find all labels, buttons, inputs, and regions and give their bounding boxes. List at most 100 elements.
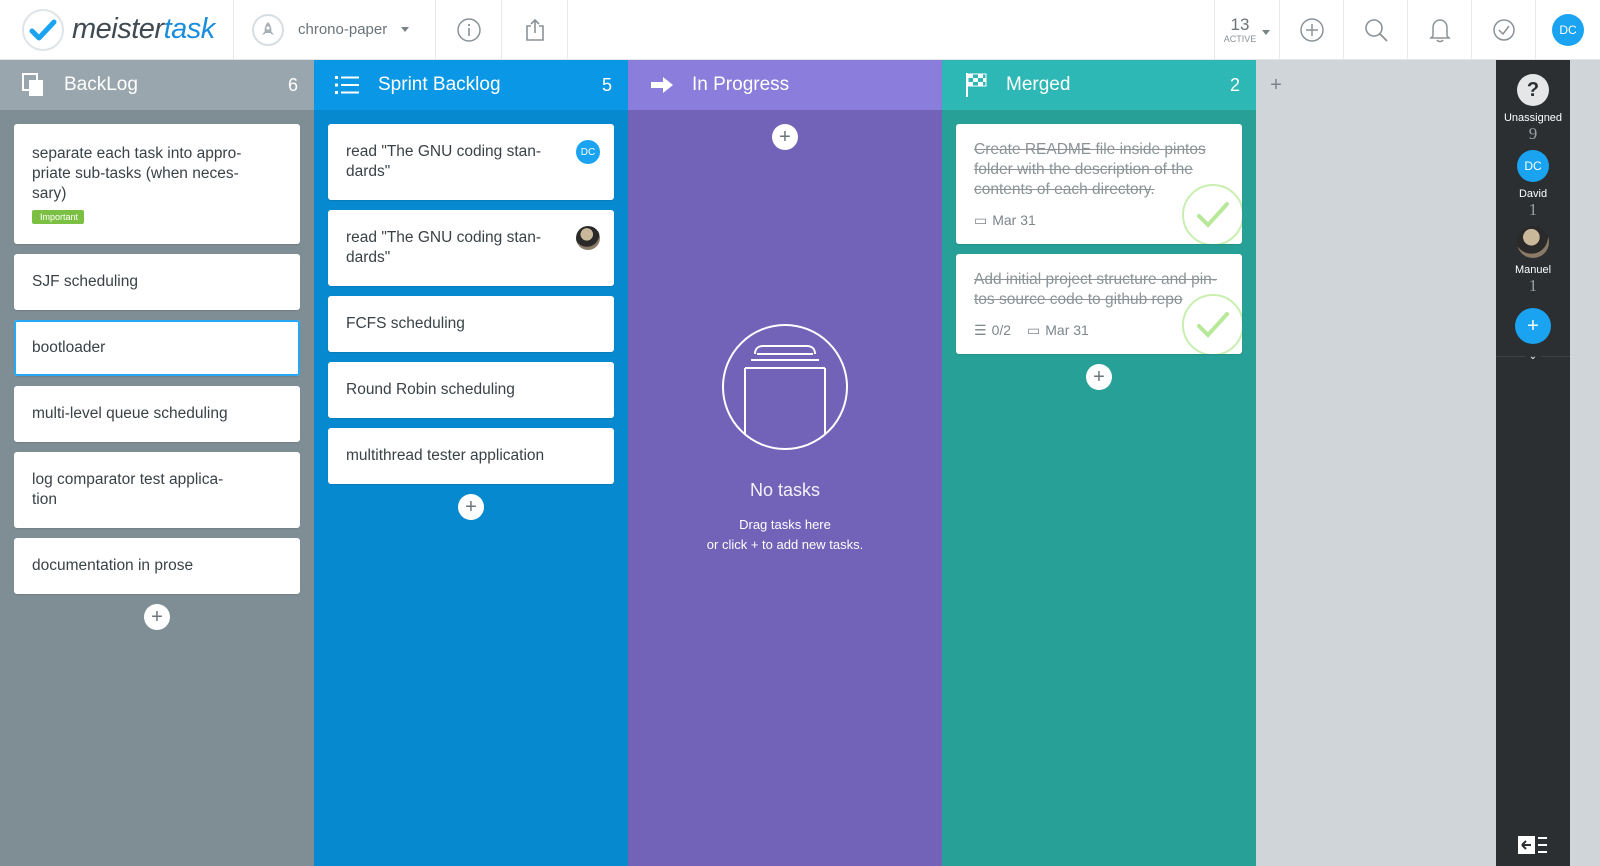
arrow-right-icon xyxy=(648,71,676,99)
assignee-sidebar: ? Unassigned 9 DC David 1 Manuel 1 + ⌄ xyxy=(1496,60,1570,866)
task-title: log comparator test applica- tion xyxy=(32,471,224,508)
column-in-progress: In Progress + No tasks Drag tasks here o… xyxy=(628,60,942,866)
column-count: 2 xyxy=(1229,74,1240,95)
active-tasks-filter[interactable]: 13 ACTIVE xyxy=(1214,0,1280,59)
add-task-button[interactable]: + xyxy=(1086,364,1112,390)
task-title: read "The GNU coding stan- dards" xyxy=(346,143,542,180)
rocket-icon xyxy=(252,13,284,46)
task-card[interactable]: read "The GNU coding stan- dards" xyxy=(328,210,614,286)
assignee-count: 1 xyxy=(1528,276,1538,295)
avatar xyxy=(1517,226,1549,258)
column-title: Sprint Backlog xyxy=(378,74,501,95)
task-card[interactable]: separate each task into appro- priate su… xyxy=(14,124,300,244)
task-card[interactable]: bootloader xyxy=(14,320,300,376)
assignee-name: David xyxy=(1518,188,1548,200)
info-button[interactable] xyxy=(436,0,502,59)
checklist-progress: ☰ 0/2 xyxy=(974,321,1012,339)
completed-check-icon xyxy=(1182,184,1242,244)
top-bar: meistertask chrono-paper 13 ACTIVE DC xyxy=(0,0,1600,60)
empty-hint: Drag tasks here xyxy=(739,517,831,532)
app-logo[interactable]: meistertask xyxy=(0,0,234,59)
task-title: multithread tester application xyxy=(346,447,545,464)
project-selector[interactable]: chrono-paper xyxy=(234,0,436,59)
task-title: bootloader xyxy=(32,339,106,356)
column-header-sprint[interactable]: Sprint Backlog 5 xyxy=(314,60,628,110)
search-button[interactable] xyxy=(1344,0,1408,59)
folder-icon xyxy=(722,324,848,450)
avatar: DC xyxy=(576,140,600,164)
avatar: DC xyxy=(1552,13,1584,46)
assignee-name: Unassigned xyxy=(1503,112,1563,124)
logo-text: meistertask xyxy=(72,13,215,45)
column-sprint-backlog: Sprint Backlog 5 read "The GNU coding st… xyxy=(314,60,628,866)
assignee-filter-manuel[interactable]: Manuel 1 xyxy=(1496,226,1570,296)
task-title: read "The GNU coding stan- dards" xyxy=(346,229,542,266)
column-title: BackLog xyxy=(64,74,138,95)
collapse-sidebar-button[interactable] xyxy=(1518,834,1548,856)
column-backlog: BackLog 6 separate each task into appro-… xyxy=(0,60,314,866)
active-count: 13 xyxy=(1230,14,1250,34)
collapse-icon xyxy=(1518,836,1547,854)
add-task-button[interactable]: + xyxy=(772,124,798,150)
task-title: FCFS scheduling xyxy=(346,315,465,332)
share-icon xyxy=(525,18,544,41)
add-column-button[interactable]: + xyxy=(1256,60,1296,110)
task-card[interactable]: multithread tester application xyxy=(328,428,614,484)
column-header-backlog[interactable]: BackLog 6 xyxy=(0,60,314,110)
task-title: multi-level queue scheduling xyxy=(32,405,228,422)
chevron-down-icon[interactable]: ⌄ xyxy=(1525,348,1541,364)
empty-title: No tasks xyxy=(749,480,821,500)
share-button[interactable] xyxy=(502,0,568,59)
chevron-down-icon xyxy=(401,27,410,32)
assignee-filter-david[interactable]: DC David 1 xyxy=(1496,150,1570,220)
avatar: DC xyxy=(1517,150,1549,182)
due-date: ▭ Mar 31 xyxy=(1027,321,1089,339)
add-task-button[interactable]: + xyxy=(458,494,484,520)
flag-icon xyxy=(962,71,990,99)
column-header-progress[interactable]: In Progress xyxy=(628,60,942,110)
calendar-icon: ▭ xyxy=(1027,321,1041,338)
notifications-button[interactable] xyxy=(1408,0,1472,59)
list-icon xyxy=(334,71,362,99)
column-header-merged[interactable]: Merged 2 xyxy=(942,60,1256,110)
question-icon: ? xyxy=(1517,74,1549,106)
task-title: Add initial project structure and pin- t… xyxy=(974,270,1217,308)
checklist-button[interactable] xyxy=(1472,0,1536,59)
due-date: ▭ Mar 31 xyxy=(974,211,1036,229)
add-task-button[interactable]: + xyxy=(144,604,170,630)
bell-icon xyxy=(1428,18,1451,42)
task-card[interactable]: Add initial project structure and pin- t… xyxy=(956,254,1242,354)
active-label: ACTIVE xyxy=(1223,33,1257,44)
task-title: documentation in prose xyxy=(32,557,194,574)
tag-badge: Important xyxy=(32,210,85,224)
checklist-icon: ☰ xyxy=(974,321,987,338)
completed-check-icon xyxy=(1182,294,1242,354)
assignee-count: 1 xyxy=(1528,200,1538,219)
column-merged: Merged 2 Create README file inside pinto… xyxy=(942,60,1256,866)
task-card[interactable]: Round Robin scheduling xyxy=(328,362,614,418)
add-task-button[interactable] xyxy=(1280,0,1344,59)
plus-circle-icon xyxy=(1299,17,1324,42)
task-card[interactable]: FCFS scheduling xyxy=(328,296,614,352)
task-card[interactable]: log comparator test applica- tion xyxy=(14,452,300,528)
check-logo-icon xyxy=(22,8,64,51)
column-count: 5 xyxy=(601,74,612,95)
add-member-button[interactable]: + xyxy=(1515,308,1551,344)
assignee-filter-unassigned[interactable]: ? Unassigned 9 xyxy=(1496,74,1570,144)
user-menu[interactable]: DC xyxy=(1536,0,1600,59)
task-title: Round Robin scheduling xyxy=(346,381,515,398)
search-icon xyxy=(1364,18,1388,42)
check-circle-icon xyxy=(1492,18,1515,41)
assignee-count: 9 xyxy=(1528,124,1538,143)
task-card[interactable]: read "The GNU coding stan- dards" DC xyxy=(328,124,614,200)
task-card[interactable]: Create README file inside pintos folder … xyxy=(956,124,1242,244)
task-card[interactable]: SJF scheduling xyxy=(14,254,300,310)
task-card[interactable]: documentation in prose xyxy=(14,538,300,594)
copy-icon xyxy=(20,71,48,99)
column-title: In Progress xyxy=(692,74,790,95)
info-icon xyxy=(456,17,481,42)
chevron-down-icon xyxy=(1262,30,1271,35)
assignee-name: Manuel xyxy=(1514,264,1552,276)
task-card[interactable]: multi-level queue scheduling xyxy=(14,386,300,442)
